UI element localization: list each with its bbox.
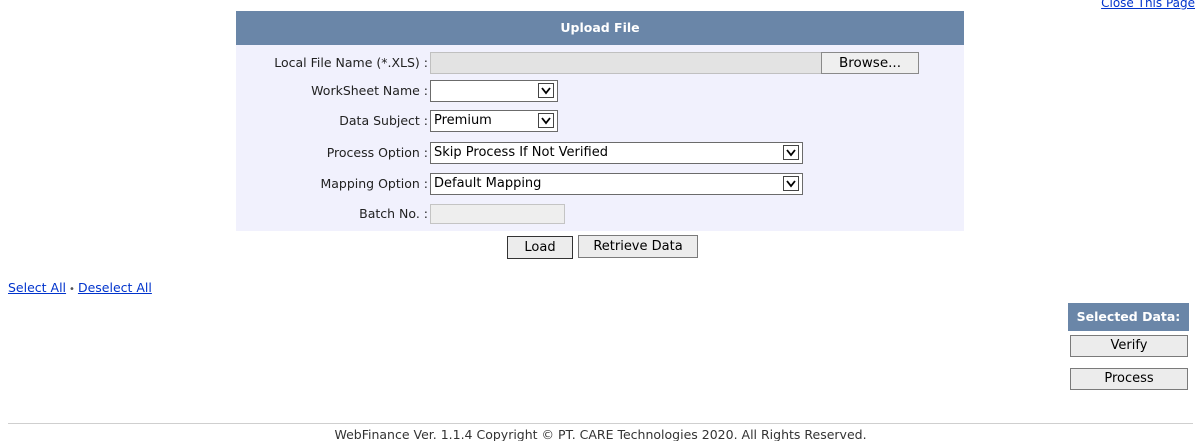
batch-number-input[interactable] bbox=[430, 204, 565, 224]
mapping-value: Default Mapping bbox=[434, 176, 542, 191]
retrieve-data-button[interactable]: Retrieve Data bbox=[578, 235, 698, 258]
selected-data-panel: Selected Data: Verify Process bbox=[1068, 303, 1189, 390]
chevron-down-icon bbox=[783, 176, 799, 191]
file-path-input[interactable] bbox=[430, 52, 823, 74]
subject-row: Data Subject : Premium bbox=[236, 110, 964, 132]
chevron-down-icon bbox=[783, 145, 799, 160]
footer-copyright: WebFinance Ver. 1.1.4 Copyright © PT. CA… bbox=[334, 427, 867, 441]
batch-label: Batch No. : bbox=[359, 206, 428, 221]
selection-links: Select All • Deselect All bbox=[8, 280, 152, 295]
chevron-down-icon bbox=[538, 83, 554, 98]
subject-label: Data Subject : bbox=[339, 113, 428, 128]
upload-panel: Upload File Local File Name (*.XLS) : Br… bbox=[236, 11, 964, 231]
file-row: Local File Name (*.XLS) : Browse... bbox=[236, 52, 964, 74]
worksheet-select[interactable] bbox=[430, 80, 558, 102]
mapping-select[interactable]: Default Mapping bbox=[430, 173, 803, 195]
panel-title: Upload File bbox=[236, 11, 964, 45]
chevron-down-icon bbox=[538, 113, 554, 128]
mapping-label: Mapping Option : bbox=[320, 176, 428, 191]
verify-button[interactable]: Verify bbox=[1070, 335, 1188, 357]
process-button[interactable]: Process bbox=[1070, 368, 1188, 390]
process-value: Skip Process If Not Verified bbox=[434, 145, 608, 160]
page: Close This Page Upload File Local File N… bbox=[0, 0, 1201, 441]
worksheet-row: WorkSheet Name : bbox=[236, 80, 964, 102]
file-label: Local File Name (*.XLS) : bbox=[274, 55, 428, 70]
browse-button[interactable]: Browse... bbox=[821, 52, 919, 74]
link-separator: • bbox=[69, 284, 75, 295]
subject-select[interactable]: Premium bbox=[430, 110, 558, 132]
subject-value: Premium bbox=[434, 113, 492, 128]
worksheet-label: WorkSheet Name : bbox=[311, 83, 428, 98]
process-label: Process Option : bbox=[326, 145, 428, 160]
select-all-link[interactable]: Select All bbox=[8, 280, 66, 295]
footer-divider bbox=[8, 423, 1193, 424]
load-button[interactable]: Load bbox=[507, 236, 573, 259]
process-select[interactable]: Skip Process If Not Verified bbox=[430, 142, 803, 164]
batch-row: Batch No. : bbox=[236, 203, 964, 225]
deselect-all-link[interactable]: Deselect All bbox=[78, 280, 152, 295]
process-row: Process Option : Skip Process If Not Ver… bbox=[236, 142, 964, 164]
selected-data-header: Selected Data: bbox=[1068, 303, 1189, 331]
mapping-row: Mapping Option : Default Mapping bbox=[236, 173, 964, 195]
close-page-link[interactable]: Close This Page bbox=[1101, 0, 1195, 10]
